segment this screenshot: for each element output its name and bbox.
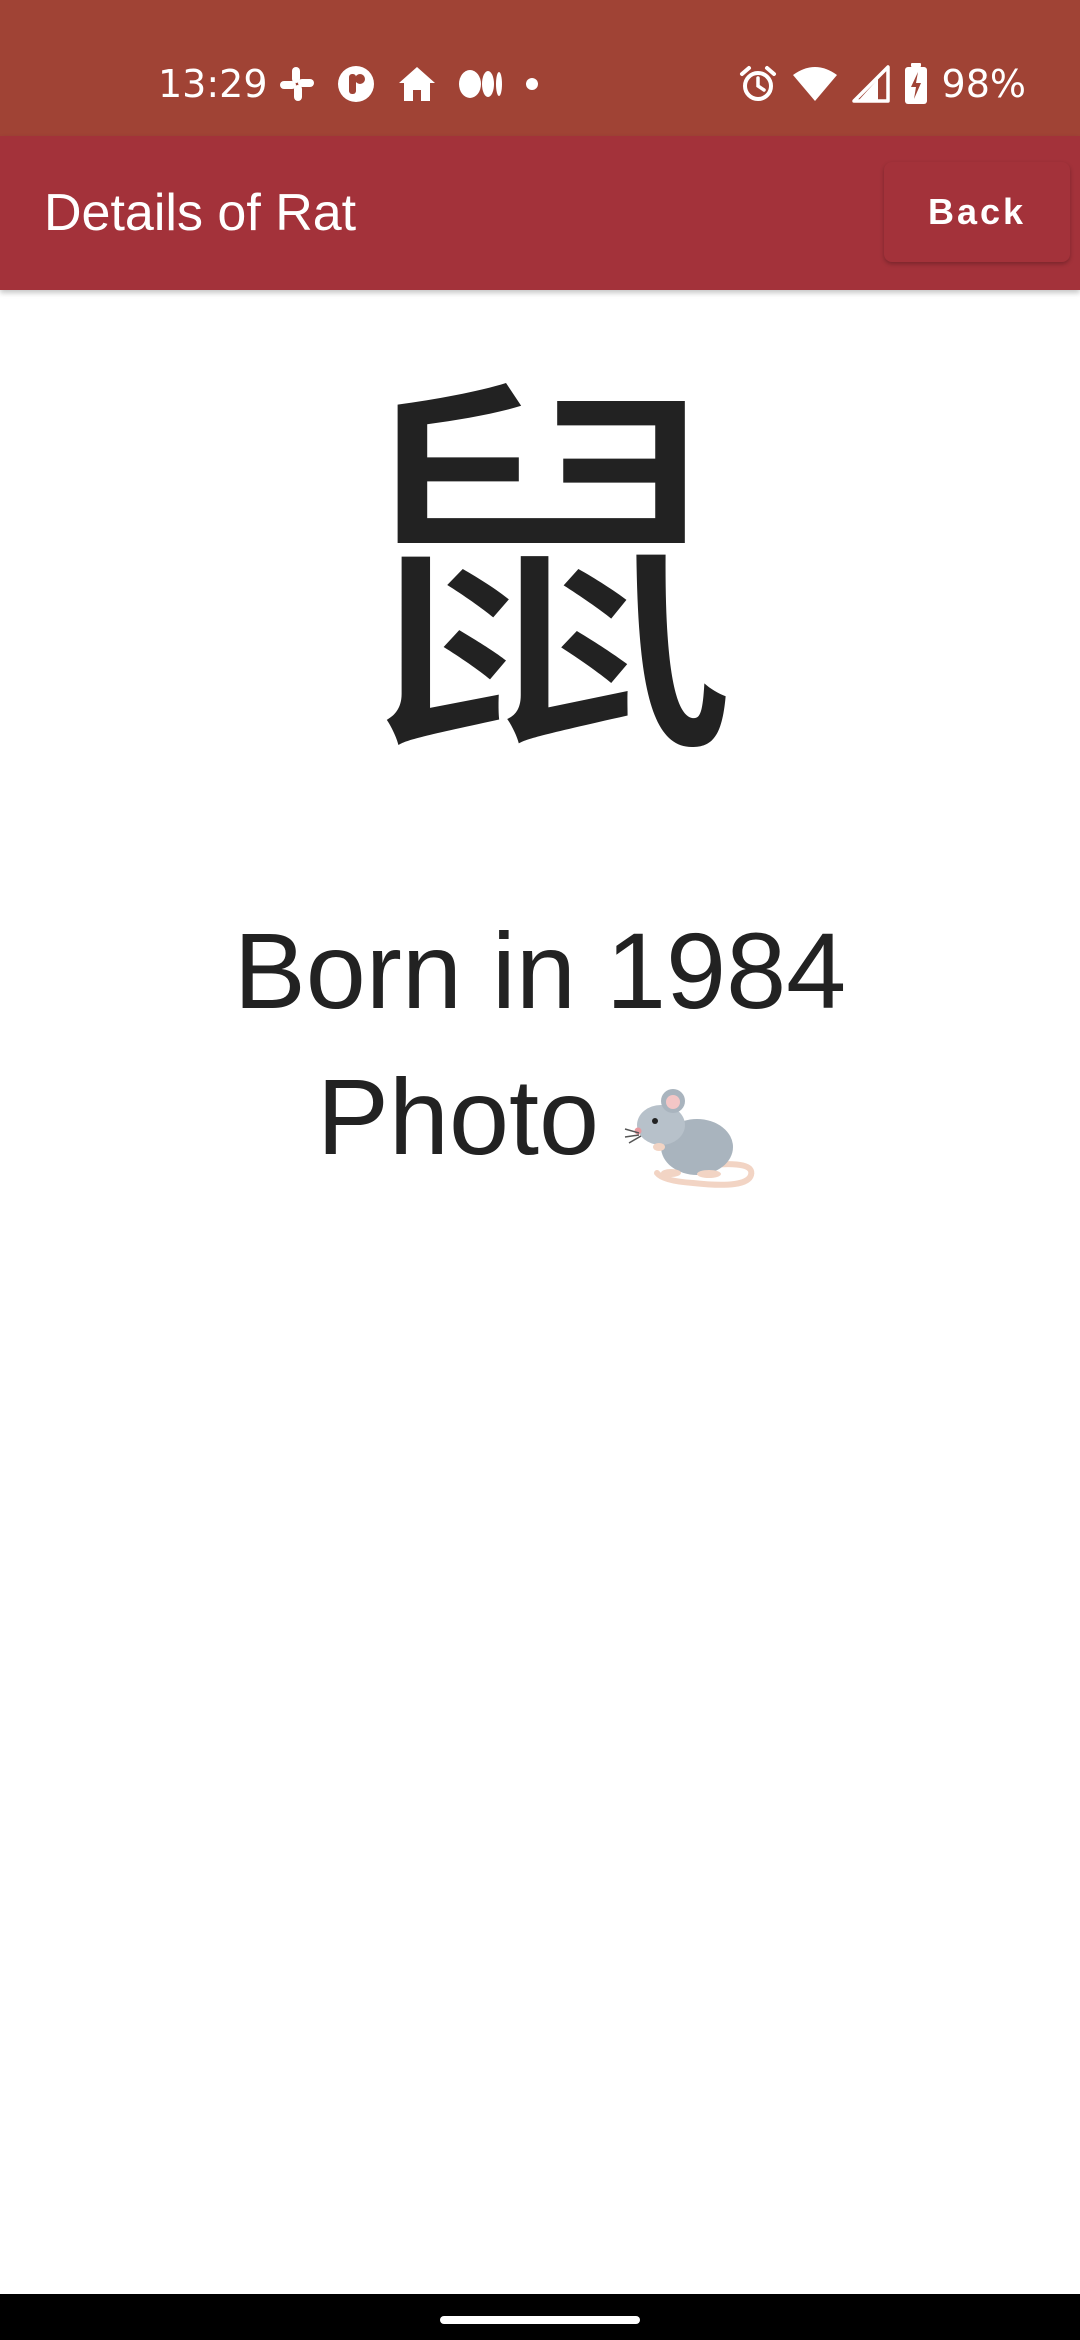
home-gesture-handle[interactable] [440,2316,640,2324]
rat-emoji-icon [623,1073,763,1193]
app-bar: Details of Rat Back [0,136,1080,290]
system-icons: 98% [738,58,1026,110]
signal-icon [851,65,890,103]
page-title: Details of Rat [44,184,357,242]
notification-icons [278,62,540,106]
details-content: 鼠 Born in 1984 Photo [0,290,1080,2284]
status-bar: 13:29 98% [0,0,1080,136]
birth-year-text: Born in 1984 [233,910,847,1031]
screen: 13:29 98% Details of Rat Back 鼠 Born in … [0,0,1080,2340]
notification-app-icon [336,64,376,104]
battery-percentage: 98% [941,62,1026,106]
back-button[interactable]: Back [884,162,1070,262]
zodiac-character: 鼠 [340,347,740,812]
photo-label: Photo [316,1056,600,1177]
slack-icon [278,65,316,103]
alarm-icon [738,64,778,104]
medium-icon [458,67,504,101]
dot-icon [524,76,540,92]
status-time: 13:29 [158,62,268,106]
navigation-bar [0,2294,1080,2340]
photo-row: Photo [0,1042,1080,1192]
wifi-icon [792,65,838,103]
battery-charging-icon [904,63,928,105]
home-icon [396,64,438,104]
